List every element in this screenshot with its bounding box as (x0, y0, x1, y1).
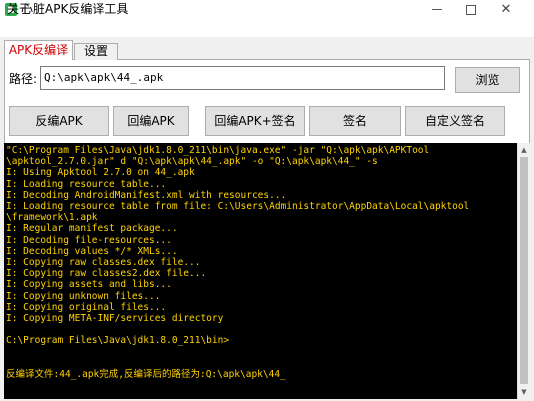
path-label: 路径: (9, 72, 38, 86)
console-line: I: Copying raw classes2.dex file... (6, 268, 207, 280)
scroll-down-arrow-icon[interactable]: ▼ (518, 385, 530, 398)
console-line: \framework\1.apk (6, 212, 98, 224)
path-input[interactable]: Q:\apk\apk\44_.apk (40, 66, 445, 90)
sign-button[interactable]: 签名 (309, 106, 401, 136)
browse-button[interactable]: 浏览 (455, 67, 520, 93)
minimize-button[interactable] (420, 0, 454, 19)
console-text: "C:\Program Files\Java\jdk1.8.0_211\bin\… (6, 145, 512, 380)
console-scrollbar[interactable]: ▲ ▼ (517, 143, 530, 399)
window-title: 心脏APK反编译工具 (21, 2, 129, 16)
tab-settings[interactable]: 设置 (74, 43, 118, 60)
recompile-sign-button[interactable]: 回编APK+签名 (205, 106, 305, 136)
menu-bar (0, 19, 534, 37)
console-line: 反编译文件:44_.apk完成,反编译后的路径为:Q:\apk\apk\44_ (6, 369, 286, 381)
console-line: I: Copying assets and libs... (6, 279, 172, 291)
console-line: I: Copying original files... (6, 301, 167, 313)
console-line: "C:\Program Files\Java\jdk1.8.0_211\bin\… (6, 145, 430, 156)
scrollbar-thumb[interactable] (520, 157, 528, 384)
tab-apk-decompile[interactable]: APK反编译 (4, 40, 73, 60)
recompile-apk-button[interactable]: 回编APK (113, 106, 189, 136)
maximize-button[interactable] (454, 0, 488, 19)
console-line: C:\Program Files\Java\jdk1.8.0_211\bin> (6, 335, 230, 347)
console-line: I: Decoding AndroidManifest.xml with res… (6, 189, 287, 201)
custom-sign-button[interactable]: 自定义签名 (405, 106, 505, 136)
close-button[interactable]: ✕ (489, 0, 523, 19)
console-line: I: Loading resource table from file: C:\… (6, 201, 470, 213)
console-line: I: Copying unknown files... (6, 290, 161, 302)
minimize-icon (432, 9, 442, 10)
scroll-up-arrow-icon[interactable]: ▲ (518, 143, 530, 156)
console-line: I: Regular manifest package... (6, 223, 178, 235)
menu-item-about[interactable]: 关于 (5, 1, 33, 17)
console-line: I: Loading resource table... (6, 178, 167, 190)
console-line: I: Decoding values */* XMLs... (6, 245, 178, 257)
console-output[interactable]: "C:\Program Files\Java\jdk1.8.0_211\bin\… (4, 143, 517, 399)
console-line: I: Copying META-INF/services directory (6, 313, 224, 325)
console-line: I: Decoding file-resources... (6, 234, 172, 246)
decompile-apk-button[interactable]: 反编APK (9, 106, 109, 136)
console-line: \apktool_2.7.0.jar" d "Q:\apk\apk\44_.ap… (6, 156, 378, 168)
close-icon: ✕ (500, 2, 512, 17)
console-line: I: Copying raw classes.dex file... (6, 257, 201, 269)
console-line: I: Using Apktool 2.7.0 on 44_.apk (6, 167, 195, 179)
maximize-icon (466, 4, 476, 15)
